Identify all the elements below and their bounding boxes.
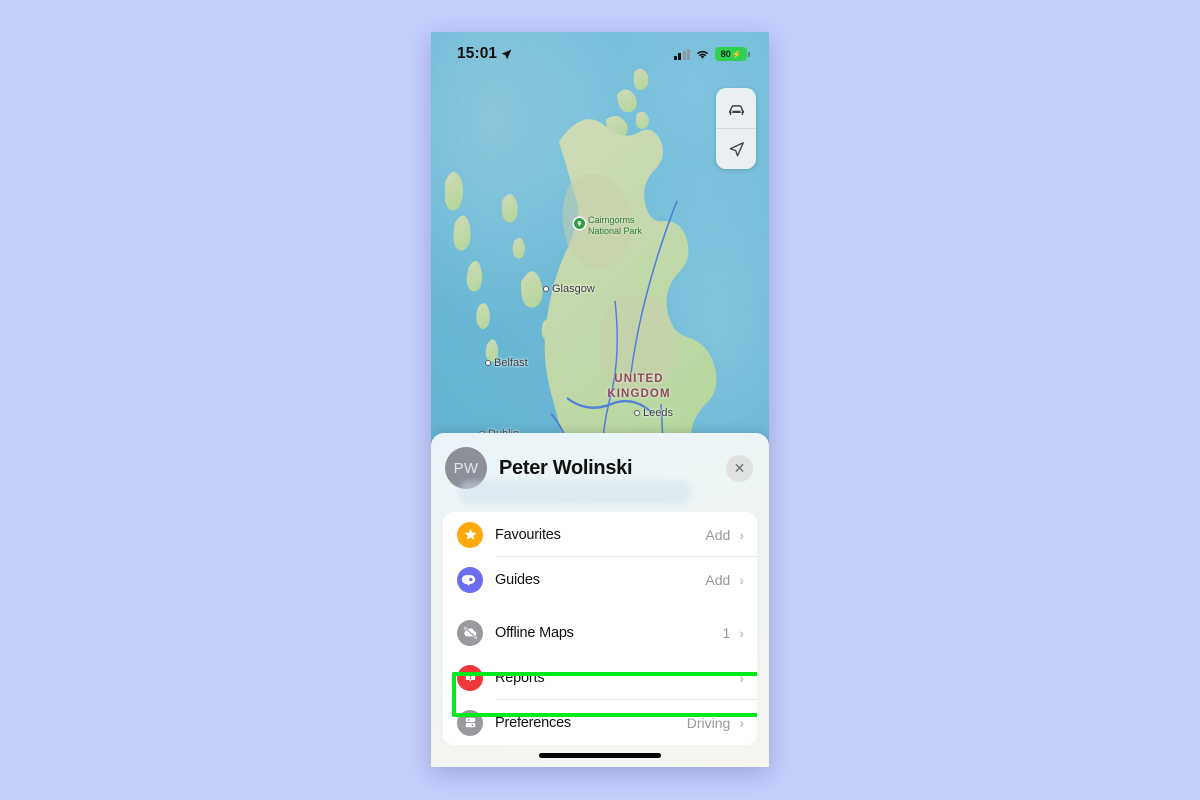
location-arrow-icon (501, 49, 512, 59)
profile-bottom-sheet: PW Peter Wolinski ✕ Favourites Add › Gui… (431, 433, 769, 767)
list-group-gap (443, 602, 757, 610)
row-label: Reports (495, 669, 545, 686)
clock-time: 15:01 (457, 45, 498, 62)
battery-level: 80 (720, 48, 731, 60)
chevron-right-icon: › (739, 669, 744, 686)
row-value: Add (705, 526, 731, 543)
star-glyph (464, 528, 476, 540)
profile-name: Peter Wolinski (499, 456, 633, 479)
preferences-icon (457, 709, 483, 736)
offline-maps-icon (457, 619, 483, 646)
blurred-search-field (459, 481, 691, 505)
cairngorms-park-pin (574, 218, 585, 229)
car-icon (728, 104, 744, 115)
battery-indicator: 80 ⚡ (715, 47, 750, 61)
row-value: Add (705, 571, 731, 588)
report-alert-icon (457, 664, 483, 691)
row-label: Offline Maps (495, 624, 574, 641)
chevron-right-icon: › (739, 526, 744, 543)
screenshot-canvas: Cairngorms National Park Glasgow Belfast… (0, 0, 1200, 800)
driving-mode-button[interactable] (716, 88, 756, 128)
phone-screen: Cairngorms National Park Glasgow Belfast… (431, 32, 769, 767)
chevron-right-icon: › (739, 714, 744, 731)
home-indicator (539, 753, 661, 758)
row-offline-maps[interactable]: Offline Maps 1 › (443, 610, 757, 655)
row-value: Driving (686, 714, 731, 731)
preferences-sliders-glyph (465, 717, 475, 728)
close-button[interactable]: ✕ (726, 454, 753, 482)
charging-bolt-icon: ⚡ (731, 49, 742, 59)
guides-pin-icon (457, 566, 483, 593)
guides-pin-glyph (462, 574, 476, 586)
status-bar: 15:01 80 ⚡ (431, 32, 769, 76)
profile-menu-list: Favourites Add › Guides Add › Offline Ma… (443, 512, 757, 745)
star-icon (457, 521, 483, 548)
cellular-bars-icon (673, 48, 690, 60)
row-preferences[interactable]: Preferences Driving › (443, 700, 757, 745)
map-controls (716, 88, 756, 169)
row-guides[interactable]: Guides Add › (443, 557, 757, 602)
row-reports[interactable]: Reports › (443, 655, 757, 700)
chevron-right-icon: › (739, 571, 744, 588)
report-bubble-glyph (465, 672, 475, 683)
navigation-arrow-icon (729, 141, 744, 157)
row-favourites[interactable]: Favourites Add › (443, 512, 757, 557)
locate-me-button[interactable] (716, 128, 756, 169)
chevron-right-icon: › (739, 624, 744, 641)
offline-cloud-slash-glyph (463, 626, 477, 639)
row-label: Guides (495, 571, 540, 588)
row-label: Preferences (495, 714, 571, 731)
row-value: 1 (722, 624, 731, 641)
status-bar-indicators: 80 ⚡ (673, 47, 750, 61)
row-label: Favourites (495, 526, 561, 543)
wifi-icon (697, 50, 708, 59)
status-bar-clock: 15:01 (457, 45, 513, 63)
